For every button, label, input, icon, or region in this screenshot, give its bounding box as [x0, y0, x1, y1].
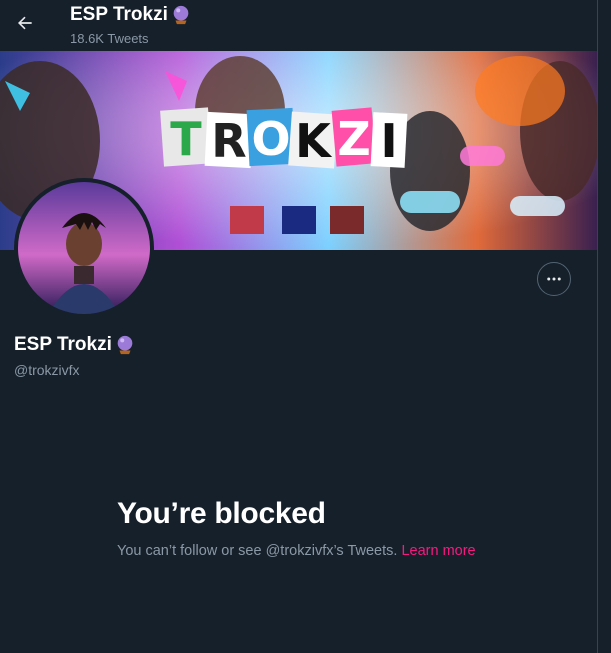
learn-more-link[interactable]: Learn more: [401, 543, 475, 559]
svg-text:R: R: [211, 114, 246, 168]
svg-text:K: K: [295, 114, 333, 168]
arrow-left-icon: [18, 16, 32, 30]
profile-header: ESP Trokzi 18.6K Tweets: [0, 0, 597, 51]
blocked-message-text: You can’t follow or see @trokzivfx’s Twe…: [117, 543, 398, 559]
crystal-ball-icon: [173, 5, 189, 25]
scrollbar-track[interactable]: [597, 0, 611, 653]
back-button[interactable]: [12, 10, 38, 36]
blocked-notice: You’re blocked You can’t follow or see @…: [117, 497, 477, 562]
svg-text:O: O: [251, 112, 290, 166]
tweet-count: 18.6K Tweets: [70, 31, 149, 46]
svg-text:T: T: [170, 112, 202, 166]
header-display-name: ESP Trokzi: [70, 4, 168, 25]
svg-text:Z: Z: [337, 112, 370, 166]
profile-display-name: ESP Trokzi: [14, 334, 112, 355]
ellipsis-icon: [547, 277, 561, 281]
blocked-message: You can’t follow or see @trokzivfx’s Twe…: [117, 541, 477, 562]
header-title: ESP Trokzi: [70, 4, 192, 26]
more-options-button[interactable]: [537, 262, 571, 296]
crystal-ball-icon: [117, 335, 133, 355]
profile-handle: @trokzivfx: [14, 362, 80, 378]
svg-text:I: I: [380, 114, 397, 168]
profile-avatar[interactable]: [14, 178, 154, 318]
profile-display-name-row: ESP Trokzi: [14, 334, 136, 356]
blocked-title: You’re blocked: [117, 497, 326, 530]
